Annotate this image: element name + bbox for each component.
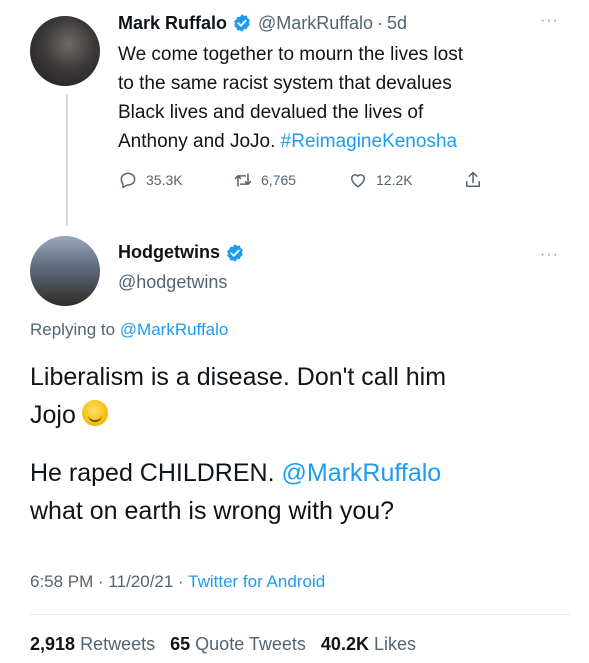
tweet-text: We come together to mourn the lives lost… [118, 40, 558, 156]
like-button[interactable]: 12.2K [348, 170, 463, 190]
author-name-row: Hodgetwins [118, 242, 251, 263]
tweet-text: Liberalism is a disease. Don't call him … [30, 358, 570, 530]
reply-button[interactable]: 35.3K [118, 170, 233, 190]
retweet-button[interactable]: 6,765 [233, 170, 348, 190]
likes-stat[interactable]: 40.2K Likes [321, 634, 416, 654]
quote-tweets-label: Quote Tweets [195, 634, 306, 654]
tweet-text-line: We come together to mourn the lives lost [118, 44, 463, 65]
verified-badge-icon [234, 14, 250, 32]
replying-label: Replying to [30, 320, 120, 339]
retweet-icon [234, 173, 252, 187]
author-handle[interactable]: @hodgetwins [118, 272, 227, 293]
author-name[interactable]: Mark Ruffalo [118, 13, 227, 34]
tweet-text-line: Liberalism is a disease. Don't call him [30, 363, 447, 391]
tweet-time[interactable]: 5d [387, 13, 407, 34]
retweets-label: Retweets [80, 634, 156, 654]
separator-dot: · [377, 12, 383, 33]
retweets-stat[interactable]: 2,918 Retweets [30, 634, 155, 654]
share-button[interactable] [463, 170, 491, 190]
avatar-hodgetwins[interactable] [30, 236, 100, 306]
laughing-emoji-icon [81, 400, 108, 426]
tweet-text-line: He raped CHILDREN. @MarkRuffalo [30, 454, 570, 492]
author-handle[interactable]: @MarkRuffalo [258, 13, 373, 34]
retweets-count: 2,918 [30, 634, 76, 654]
author-name[interactable]: Hodgetwins [118, 242, 220, 263]
tweet-text-line: what on earth is wrong with you? [30, 497, 395, 525]
tweet-text-line: to the same racist system that devalues [118, 73, 452, 94]
engagement-stats: 2,918 Retweets 65 Quote Tweets 40.2K Lik… [30, 634, 416, 655]
tweet-text-line: Jojo [30, 396, 570, 434]
tweet-metadata: 6:58 PM · 11/20/21 · Twitter for Android [30, 572, 325, 592]
share-icon [466, 171, 480, 187]
more-options-icon[interactable]: ··· [540, 12, 559, 30]
tweet-text-segment: Anthony and JoJo. [118, 131, 281, 152]
quote-tweets-count: 65 [170, 634, 191, 654]
tweet-text-line: Anthony and JoJo. #ReimagineKenosha [118, 127, 558, 156]
like-count: 12.2K [376, 172, 413, 188]
tweet-original[interactable]: Mark Ruffalo @MarkRuffalo · 5d ··· We co… [0, 0, 589, 226]
tweet-text-segment: He raped CHILDREN. [30, 459, 282, 487]
replying-mention-link[interactable]: @MarkRuffalo [120, 320, 229, 339]
mention-link[interactable]: @MarkRuffalo [281, 459, 441, 487]
reply-count: 35.3K [146, 172, 183, 188]
verified-badge-icon [227, 243, 243, 262]
tweet-text-segment: Jojo [30, 401, 76, 429]
likes-count: 40.2K [320, 634, 369, 654]
tweet-timestamp[interactable]: 6:58 PM · 11/20/21 · [30, 572, 188, 591]
replying-to: Replying to @MarkRuffalo [30, 320, 228, 340]
tweet-header: Mark Ruffalo @MarkRuffalo · 5d [118, 10, 407, 36]
more-options-icon[interactable]: ··· [540, 246, 559, 264]
avatar-mark-ruffalo[interactable] [30, 16, 100, 86]
likes-label: Likes [373, 634, 417, 654]
quote-tweets-stat[interactable]: 65 Quote Tweets [170, 634, 306, 654]
tweet-text-line: Black lives and devalued the lives of [118, 102, 424, 123]
reply-icon [120, 172, 136, 189]
tweet-paragraph: He raped CHILDREN. @MarkRuffalo what on … [30, 454, 570, 530]
divider [30, 614, 570, 615]
tweet-actions-bar: 35.3K 6,765 12.2K [118, 168, 491, 192]
tweet-source-link[interactable]: Twitter for Android [188, 572, 325, 591]
retweet-count: 6,765 [261, 172, 297, 188]
heart-icon [351, 174, 365, 188]
hashtag-link[interactable]: #ReimagineKenosha [281, 131, 457, 152]
